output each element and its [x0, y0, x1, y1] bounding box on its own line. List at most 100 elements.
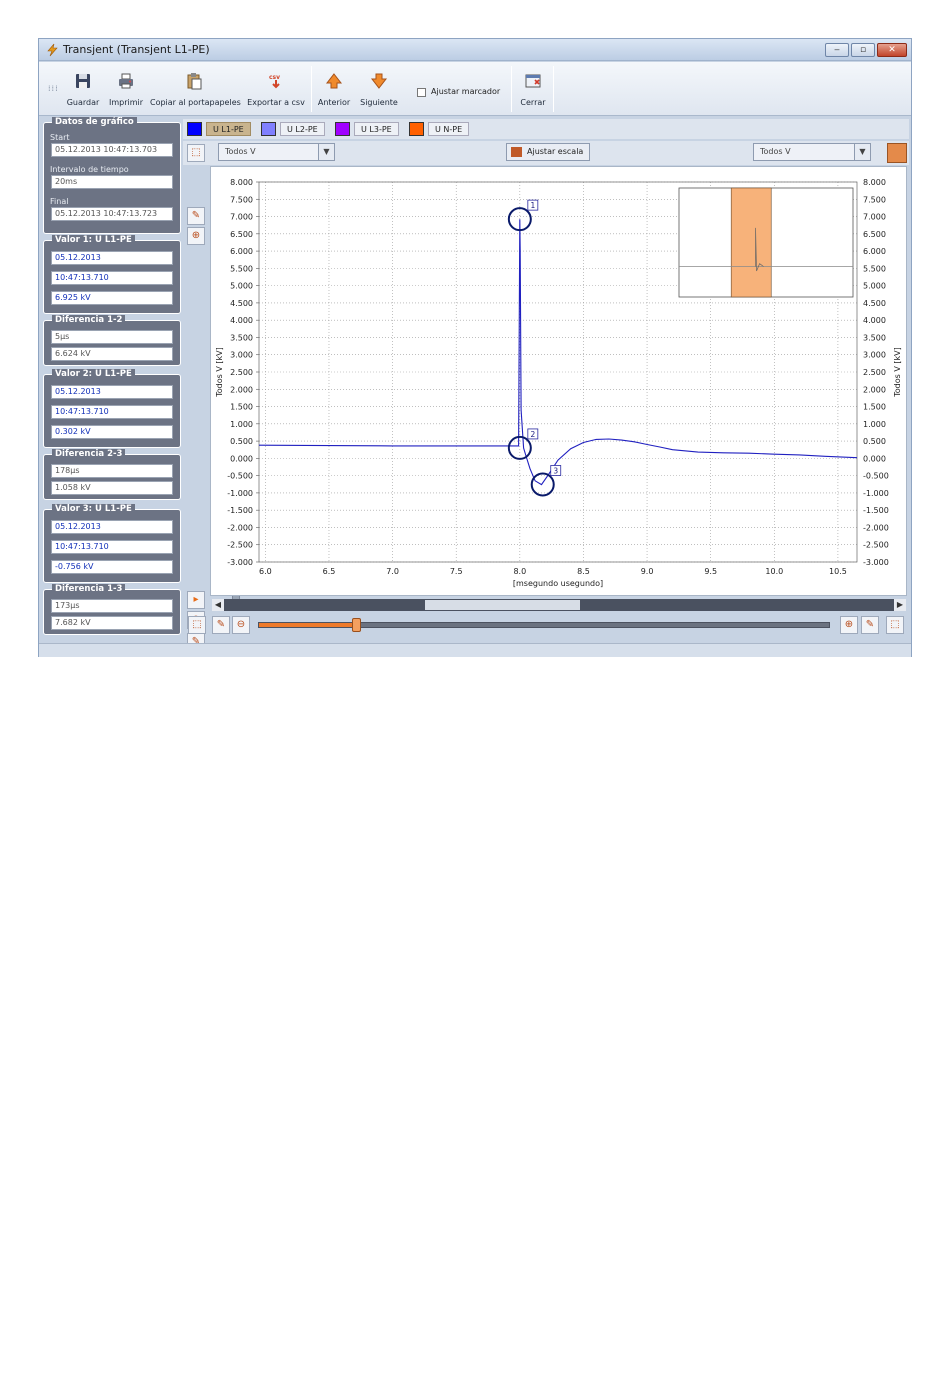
- marker-label: 2: [530, 430, 535, 439]
- toolbar-grip[interactable]: ⁞⁞⁞: [48, 84, 59, 93]
- y-tick-label: -0.500: [227, 472, 253, 481]
- interval-field[interactable]: 20ms: [51, 175, 173, 189]
- ajustar-escala-button[interactable]: Ajustar escala: [506, 143, 591, 161]
- y-tick-label-right: 3.000: [863, 351, 886, 360]
- zoom-slider-thumb[interactable]: [351, 618, 361, 632]
- chevron-down-icon: ▼: [318, 144, 334, 160]
- difference-2-3-group: Diferencia 2-3 178µs 1.058 kV: [43, 449, 181, 500]
- copy-clipboard-button[interactable]: Copiar al portapapeles: [150, 68, 241, 110]
- value-3-time: 10:47:13.710: [51, 540, 173, 554]
- x-tick-label: 7.5: [450, 567, 463, 576]
- y-tick-label-right: 2.000: [863, 385, 886, 394]
- right-axis-combo[interactable]: Todos V ▼: [753, 143, 871, 161]
- horizontal-zoom-slider[interactable]: [258, 618, 830, 632]
- legend-swatch-l1[interactable]: [187, 122, 202, 136]
- y-tick-label-right: -1.500: [863, 506, 889, 515]
- clipboard-copy-icon: [187, 73, 202, 90]
- chart-controls-row: ⬚ Todos V ▼ Ajustar escala Todos V ▼: [183, 141, 909, 165]
- y-tick-label: 4.500: [230, 299, 253, 308]
- x-tick-label: 6.0: [259, 567, 272, 576]
- scroll-right-icon[interactable]: ▶: [894, 599, 906, 611]
- x-tick-label: 9.5: [704, 567, 717, 576]
- horizontal-scrollbar[interactable]: ◀ ▶: [212, 599, 906, 611]
- toolbar-separator: [553, 66, 554, 112]
- y-tick-label: 8.000: [230, 178, 253, 187]
- legend-item-n[interactable]: U N-PE: [428, 122, 470, 136]
- zoom-out-icon[interactable]: ⊖: [232, 616, 250, 634]
- y-tick-label-right: 3.500: [863, 333, 886, 342]
- floppy-save-icon: [76, 74, 90, 88]
- zoom-in-icon[interactable]: ⊕: [840, 616, 858, 634]
- left-axis-combo-value: Todos V: [225, 147, 256, 156]
- difference-1-2-time: 5µs: [51, 330, 173, 344]
- previous-button[interactable]: Anterior: [315, 68, 353, 110]
- y-tick-label: 7.500: [230, 195, 253, 204]
- toolbar: ⁞⁞⁞ Guardar Imprimir Copiar al portapape…: [39, 62, 911, 116]
- ajustar-escala-label: Ajustar escala: [527, 147, 584, 156]
- unzoom-icon[interactable]: ⬚: [188, 616, 206, 634]
- marker-label: 3: [553, 466, 558, 475]
- legend-swatch-l2[interactable]: [261, 122, 276, 136]
- left-axis-combo[interactable]: Todos V ▼: [218, 143, 335, 161]
- value-3-value: -0.756 kV: [51, 560, 173, 574]
- ajustar-marcador-checkbox[interactable]: [417, 88, 426, 97]
- difference-1-3-value: 7.682 kV: [51, 616, 173, 630]
- slider-handle-icon[interactable]: ▸: [187, 591, 205, 609]
- title-bar[interactable]: Transjent (Transjent L1-PE) ‒ ▫ ✕: [39, 39, 911, 61]
- close-icon: ✕: [888, 45, 896, 55]
- export-csv-button[interactable]: csv Exportar a csv: [246, 68, 306, 110]
- horizontal-zoom-row: ⬚ ✎ ⊖ ⊕ ✎ ⬚: [188, 614, 907, 636]
- transient-chart[interactable]: 8.000 8.000 7.500 7.500 7.000 7.000 6.500 6.500…: [211, 167, 908, 597]
- value-2-date: 05.12.2013: [51, 385, 173, 399]
- save-button[interactable]: Guardar: [63, 68, 103, 110]
- legend-swatch-n[interactable]: [409, 122, 424, 136]
- y-tick-label: 1.500: [230, 403, 253, 412]
- arrow-down-icon: [370, 73, 388, 89]
- legend-item-l1[interactable]: U L1-PE: [206, 122, 251, 136]
- lightning-icon: [47, 43, 58, 57]
- x-tick-label: 6.5: [323, 567, 336, 576]
- edit-axis-icon[interactable]: ✎: [861, 616, 879, 634]
- edit-axis-icon[interactable]: ✎: [212, 616, 230, 634]
- minimize-button[interactable]: ‒: [825, 43, 849, 57]
- y-tick-label-right: 6.500: [863, 230, 886, 239]
- maximize-button[interactable]: ▫: [851, 43, 875, 57]
- y-tick-label: 4.000: [230, 316, 253, 325]
- y-tick-label-right: -3.000: [863, 558, 889, 567]
- unzoom-icon[interactable]: ⬚: [187, 144, 205, 162]
- y-tick-label-right: 5.000: [863, 282, 886, 291]
- legend-item-l3[interactable]: U L3-PE: [354, 122, 399, 136]
- final-field[interactable]: 05.12.2013 10:47:13.723: [51, 207, 173, 221]
- close-view-button[interactable]: Cerrar: [513, 68, 553, 110]
- y-tick-label-right: -1.000: [863, 489, 889, 498]
- value-1-value: 6.925 kV: [51, 291, 173, 305]
- y-tick-label: 6.000: [230, 247, 253, 256]
- y-tick-label: 5.500: [230, 264, 253, 273]
- x-tick-label: 10.0: [765, 567, 783, 576]
- value-2-value: 0.302 kV: [51, 425, 173, 439]
- minimize-icon: ‒: [834, 45, 840, 55]
- maximize-icon: ▫: [859, 45, 867, 55]
- y-tick-label: 5.000: [230, 282, 253, 291]
- legend-item-l2[interactable]: U L2-PE: [280, 122, 325, 136]
- next-button[interactable]: Siguiente: [359, 68, 399, 110]
- ajustar-marcador-label: Ajustar marcador: [431, 87, 501, 96]
- zoom-in-icon[interactable]: ⊕: [187, 227, 205, 245]
- edit-axis-icon[interactable]: ✎: [187, 207, 205, 225]
- scrollbar-thumb[interactable]: [425, 600, 580, 610]
- print-button[interactable]: Imprimir: [107, 68, 145, 110]
- group-title: Diferencia 1-2: [52, 315, 126, 325]
- y-tick-label-right: 4.000: [863, 316, 886, 325]
- difference-1-2-group: Diferencia 1-2 5µs 6.624 kV: [43, 315, 181, 366]
- value-3-group: Valor 3: U L1-PE 05.12.2013 10:47:13.710…: [43, 504, 181, 583]
- value-2-time: 10:47:13.710: [51, 405, 173, 419]
- legend-swatch-l3[interactable]: [335, 122, 350, 136]
- y-tick-label: -2.000: [227, 523, 253, 532]
- start-field[interactable]: 05.12.2013 10:47:13.703: [51, 143, 173, 157]
- scroll-left-icon[interactable]: ◀: [212, 599, 224, 611]
- close-button[interactable]: ✕: [877, 43, 907, 57]
- value-1-date: 05.12.2013: [51, 251, 173, 265]
- unzoom-icon[interactable]: ⬚: [886, 616, 904, 634]
- chart-area[interactable]: 8.000 8.000 7.500 7.500 7.000 7.000 6.500 6.500…: [210, 166, 907, 596]
- settings-button[interactable]: [887, 143, 907, 163]
